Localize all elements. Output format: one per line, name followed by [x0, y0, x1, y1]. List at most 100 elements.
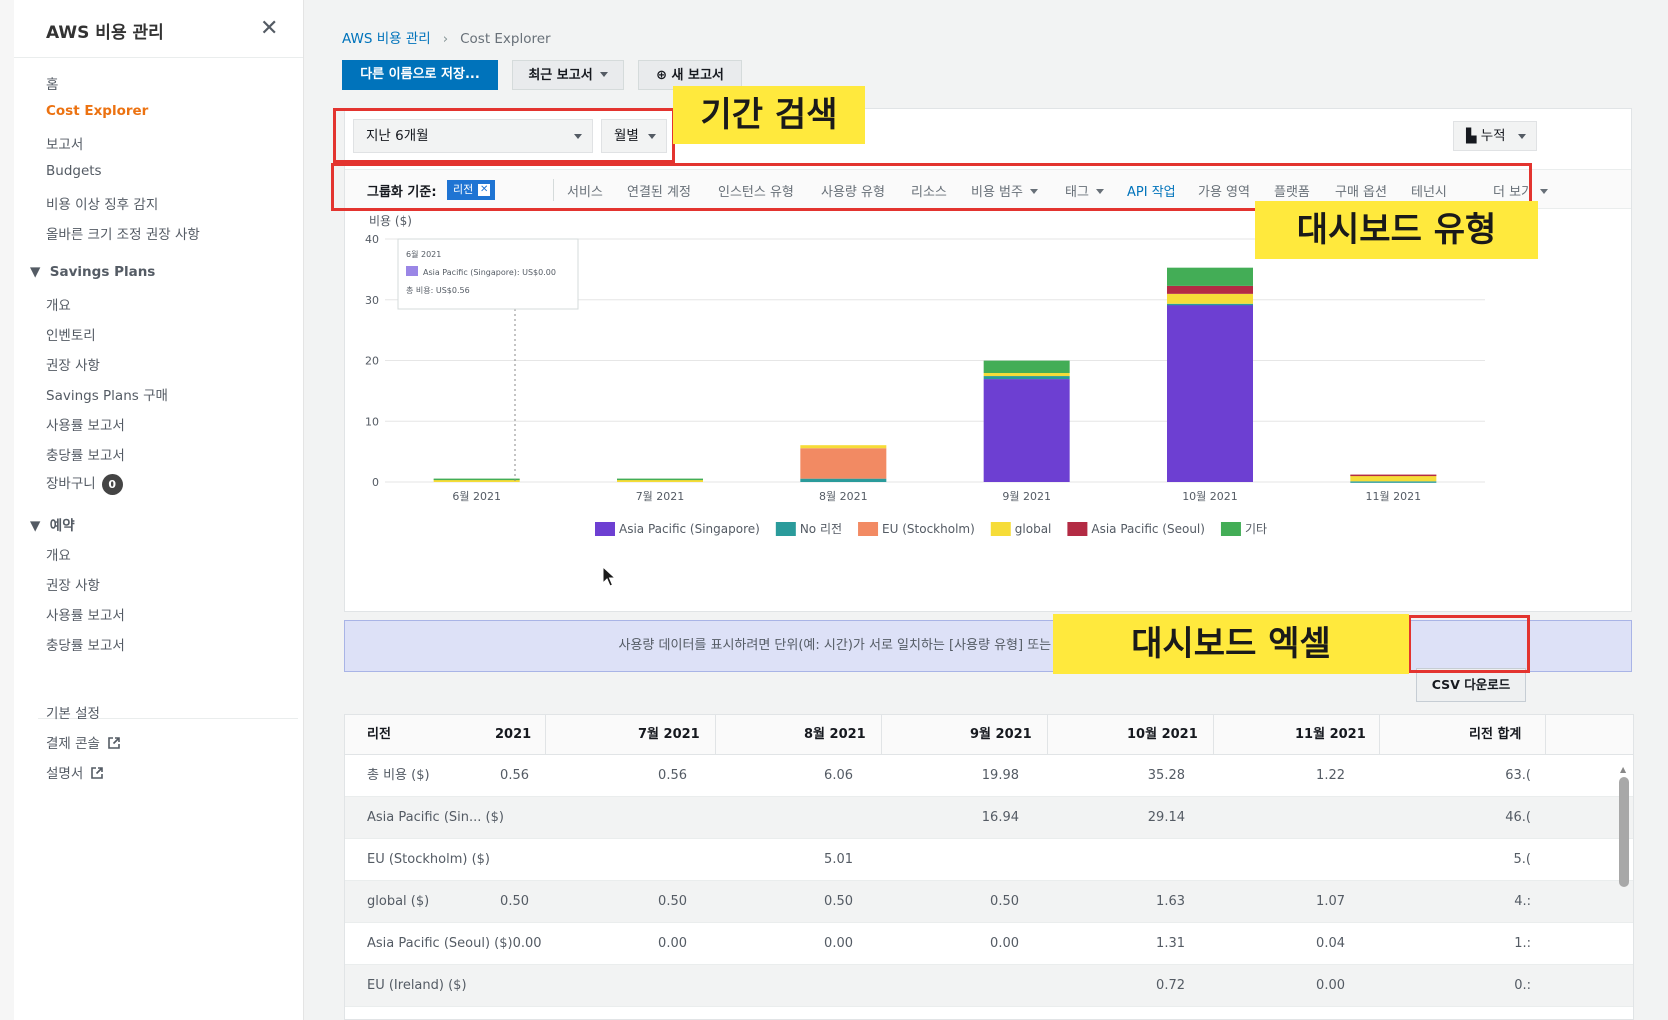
- bar-segment[interactable]: [800, 448, 887, 479]
- value-cell: 5.(: [1513, 852, 1531, 867]
- sidebar-item-ri-recommendations[interactable]: 권장 사항: [46, 574, 100, 594]
- breadcrumb-root-link[interactable]: AWS 비용 관리: [342, 31, 431, 47]
- cart-label: 장바구니: [46, 476, 96, 492]
- caret-down-icon: [1540, 189, 1549, 194]
- row-label-cell: Asia Pacific (Sin... ($): [367, 810, 504, 825]
- scrollbar-thumb[interactable]: [1619, 777, 1629, 887]
- row-label-cell: EU (Ireland) ($): [367, 978, 467, 993]
- x-tick-label: 8월 2021: [819, 490, 868, 503]
- close-icon[interactable]: ✕: [260, 16, 278, 41]
- row-label-cell: Asia Pacific (Seoul) ($)0.00: [367, 936, 542, 951]
- sidebar-item-preferences[interactable]: 기본 설정: [46, 702, 100, 722]
- value-cell: 63.(: [1505, 768, 1531, 783]
- scroll-up-icon[interactable]: ▲: [1620, 765, 1626, 774]
- value-cell: 29.14: [1147, 810, 1185, 825]
- col-header-nov[interactable]: 11월 2021: [1295, 715, 1366, 755]
- tooltip-total: 총 비용: US$0.56: [406, 286, 470, 295]
- value-cell: 0.00: [1316, 978, 1345, 993]
- sidebar-item-sp-recommendations[interactable]: 권장 사항: [46, 354, 100, 374]
- col-header-sep[interactable]: 9월 2021: [970, 715, 1032, 755]
- table-row: 총 비용 ($) 0.56 0.56 6.06 19.98 35.28 1.22 63.(: [345, 755, 1633, 797]
- sidebar-item-documentation[interactable]: 설명서: [46, 762, 104, 782]
- bar-segment[interactable]: [1167, 267, 1253, 286]
- button-label: 새 보고서: [671, 68, 724, 83]
- legend-label[interactable]: 기타: [1245, 522, 1267, 536]
- sidebar: AWS 비용 관리 ✕ 홈 Cost Explorer 보고서 Budgets …: [14, 0, 304, 1020]
- col-header-jul[interactable]: 7월 2021: [638, 715, 700, 755]
- value-cell: 4.:: [1514, 894, 1531, 909]
- legend-label[interactable]: Asia Pacific (Seoul): [1091, 522, 1205, 536]
- sidebar-item-billing-console[interactable]: 결제 콘솔: [46, 732, 120, 752]
- value-cell: 0.50: [824, 894, 853, 909]
- sidebar-item-home[interactable]: 홈: [46, 73, 58, 93]
- sidebar-item-sp-overview[interactable]: 개요: [46, 294, 71, 314]
- bar-segment[interactable]: [617, 478, 703, 481]
- sidebar-item-ri-coverage[interactable]: 충당률 보고서: [46, 634, 125, 654]
- bar-segment[interactable]: [1350, 481, 1437, 483]
- table-row: Asia Pacific (Seoul) ($)0.00 0.00 0.00 0.00…: [345, 923, 1633, 965]
- bar-segment[interactable]: [983, 360, 1070, 374]
- col-header-region-total[interactable]: 리전 합계: [1469, 715, 1521, 755]
- tooltip-series: Asia Pacific (Singapore): US$0.00: [423, 268, 556, 277]
- table-scrollbar[interactable]: ▲: [1617, 765, 1631, 1019]
- sidebar-divider: [14, 57, 303, 58]
- value-cell: 1.31: [1156, 936, 1185, 951]
- legend-label[interactable]: No 리전: [800, 522, 842, 536]
- bar-segment[interactable]: [800, 478, 887, 482]
- bar-segment[interactable]: [983, 376, 1070, 380]
- bar-segment[interactable]: [800, 445, 887, 449]
- sidebar-section-savings-plans[interactable]: ▼ Savings Plans: [30, 264, 155, 280]
- csv-download-button[interactable]: CSV 다운로드: [1416, 668, 1526, 702]
- triangle-down-icon: ▼: [30, 518, 41, 534]
- bar-segment[interactable]: [433, 478, 520, 481]
- sidebar-item-ri-utilization[interactable]: 사용률 보고서: [46, 604, 125, 624]
- col-header-region[interactable]: 리전: [367, 715, 391, 755]
- sidebar-item-sp-utilization[interactable]: 사용률 보고서: [46, 414, 125, 434]
- bar-segment[interactable]: [983, 373, 1070, 377]
- sidebar-item-reports[interactable]: 보고서: [46, 133, 83, 153]
- legend-label[interactable]: global: [1015, 522, 1052, 536]
- value-cell: 35.28: [1147, 768, 1185, 783]
- recent-reports-button[interactable]: 최근 보고서: [512, 60, 624, 90]
- col-header-aug[interactable]: 8월 2021: [804, 715, 866, 755]
- bar-segment[interactable]: [1167, 285, 1253, 294]
- sidebar-item-anomaly-detection[interactable]: 비용 이상 징후 감지: [46, 193, 158, 213]
- legend-swatch: [858, 522, 879, 536]
- legend-label[interactable]: EU (Stockholm): [882, 522, 975, 536]
- legend-label[interactable]: Asia Pacific (Singapore): [619, 522, 760, 536]
- x-tick-label: 7월 2021: [636, 490, 685, 503]
- bar-segment[interactable]: [1167, 303, 1253, 306]
- sidebar-section-reservations[interactable]: ▼ 예약: [30, 514, 75, 534]
- col-header-2021[interactable]: 2021: [495, 715, 531, 755]
- y-tick-label: 10: [365, 415, 379, 428]
- sidebar-item-sp-cart[interactable]: 장바구니 0: [46, 472, 123, 495]
- column-divider: [1213, 715, 1214, 755]
- sidebar-item-budgets[interactable]: Budgets: [46, 163, 102, 179]
- annotation-label-dashboard-excel: 대시보드 엑셀: [1053, 614, 1409, 674]
- col-header-oct[interactable]: 10월 2021: [1127, 715, 1198, 755]
- bar-segment[interactable]: [1167, 304, 1253, 482]
- table-row: Asia Pacific (Sin... ($) 16.94 29.14 46.(: [345, 797, 1633, 839]
- sidebar-item-cost-explorer[interactable]: Cost Explorer: [46, 103, 148, 119]
- cart-count-badge: 0: [101, 473, 123, 495]
- row-label-cell: 총 비용 ($): [367, 768, 430, 783]
- sidebar-item-sp-coverage[interactable]: 충당률 보고서: [46, 444, 125, 464]
- bar-segment[interactable]: [1350, 474, 1437, 477]
- chart-view-select[interactable]: ▙ 누적: [1453, 121, 1537, 151]
- sidebar-item-rightsizing[interactable]: 올바른 크기 조정 권장 사항: [46, 223, 200, 243]
- sidebar-item-sp-purchase[interactable]: Savings Plans 구매: [46, 384, 168, 404]
- table-row: EU (Ireland) ($) 0.72 0.00 0.:: [345, 965, 1633, 1007]
- sidebar-item-sp-inventory[interactable]: 인벤토리: [46, 324, 96, 344]
- bar-chart-icon: ▙: [1466, 128, 1477, 144]
- value-cell: 0.00: [658, 936, 687, 951]
- column-divider: [1545, 715, 1546, 755]
- value-cell: 0.50: [990, 894, 1019, 909]
- column-divider: [1047, 715, 1048, 755]
- bar-segment[interactable]: [983, 379, 1070, 482]
- value-cell: 6.06: [824, 768, 853, 783]
- value-cell: 0.:: [1514, 978, 1531, 993]
- value-cell: 19.98: [981, 768, 1019, 783]
- sidebar-item-ri-overview[interactable]: 개요: [46, 544, 71, 564]
- bar-segment[interactable]: [1167, 293, 1253, 304]
- save-as-button[interactable]: 다른 이름으로 저장...: [342, 60, 498, 90]
